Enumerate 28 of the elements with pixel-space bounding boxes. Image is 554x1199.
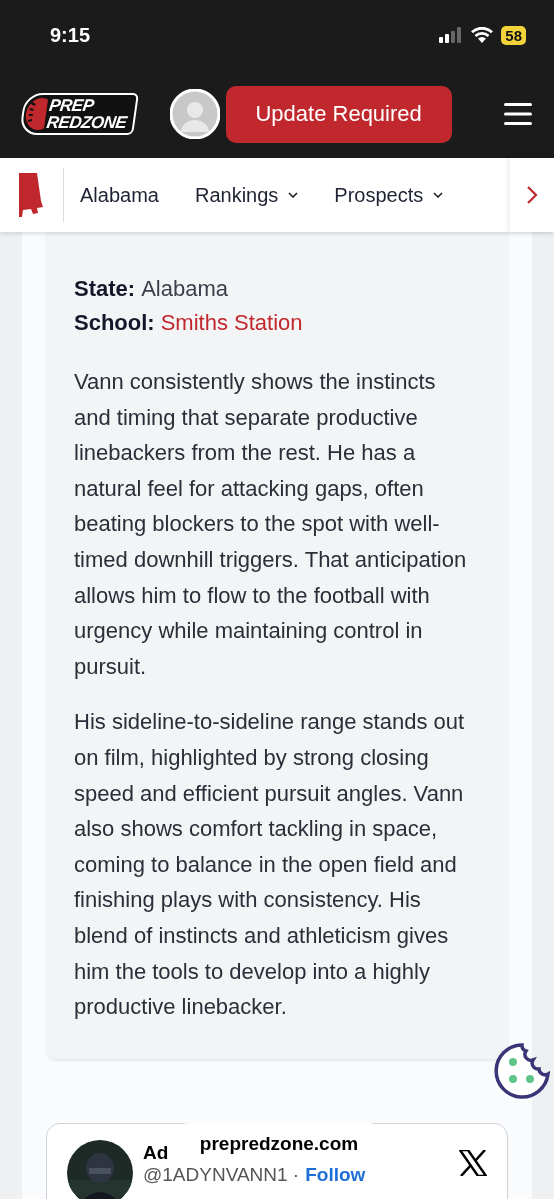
- field-label: State:: [74, 275, 136, 303]
- school-link[interactable]: Smiths Station: [160, 306, 303, 340]
- chevron-right-icon[interactable]: [526, 185, 538, 205]
- tweet-author: Ad: [143, 1141, 169, 1164]
- chevron-down-icon: [288, 192, 299, 198]
- signal-icon: [439, 27, 464, 43]
- field-label: School:: [74, 309, 155, 337]
- wifi-icon: [471, 27, 494, 43]
- state-map-icon: [17, 173, 45, 217]
- scouting-paragraph: Vann consistently shows the instincts and timing that separate productive linebackers from the rest. He has a natural feel for attacking gaps, often beating blockers to the spot with well-timed downhill triggers. That anticipation allows him to flow to the football with urgency while maintaining control in pursuit.: [74, 368, 468, 681]
- site-logo[interactable]: PREP REDZONE: [19, 93, 139, 135]
- nav-item[interactable]: Alabama: [80, 183, 159, 207]
- scouting-paragraph: His sideline-to-sideline range stands out on film, highlighted by strong closing speed and efficient pursuit angles. Vann also shows comfort tackling in space, coming to balance in the open field and finishing plays with consistency. His blend of instincts and athleticism gives him the tools to develop into a highly productive linebacker.: [74, 708, 466, 1022]
- update-required-button[interactable]: Update Required: [225, 85, 452, 143]
- logo-text: PREP: [48, 97, 96, 114]
- x-logo-icon[interactable]: [459, 1149, 487, 1176]
- field-value: Alabama: [141, 275, 228, 303]
- cookie-icon[interactable]: [493, 1042, 551, 1100]
- nav-item[interactable]: Prospects: [334, 183, 444, 207]
- follow-link[interactable]: Follow: [305, 1163, 366, 1186]
- tweet-handle: @1ADYNVANN1 ·: [143, 1163, 300, 1186]
- logo-text: REDZONE: [45, 114, 128, 131]
- nav-item[interactable]: Rankings: [194, 183, 299, 207]
- battery-level: 58: [501, 25, 526, 45]
- chevron-down-icon: [433, 192, 444, 198]
- avatar-icon[interactable]: [169, 89, 220, 139]
- menu-icon[interactable]: [504, 103, 532, 125]
- clock-time: 9:15: [50, 23, 91, 47]
